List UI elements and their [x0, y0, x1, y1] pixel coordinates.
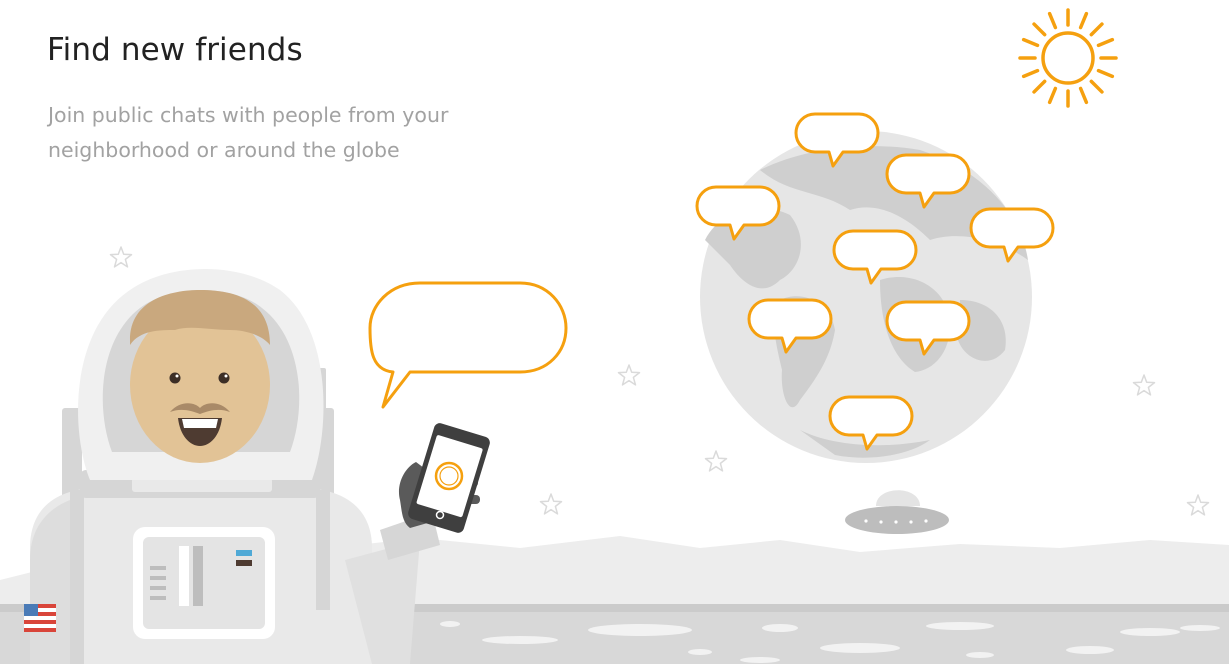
sun-ray	[1021, 37, 1040, 48]
astronaut-illustration	[0, 8, 1229, 664]
sun-icon	[1018, 8, 1118, 108]
star-icon	[1186, 494, 1210, 516]
smartphone-icon	[408, 423, 490, 533]
sun-ray	[1021, 68, 1040, 79]
star-icon	[704, 450, 728, 472]
sun-ray	[1089, 79, 1104, 94]
sun-ray	[1032, 22, 1047, 37]
speech-bubble	[368, 281, 568, 409]
star-icon	[539, 493, 563, 515]
sun-ray	[1089, 22, 1104, 37]
sun-ray	[1096, 37, 1115, 48]
sun-ray	[1047, 11, 1058, 30]
ufo-icon	[845, 490, 949, 534]
star-icon	[1132, 374, 1156, 396]
sun-ray	[1078, 86, 1089, 105]
sun-ray	[1096, 68, 1115, 79]
sun-ray	[1078, 11, 1089, 30]
star-icon	[617, 364, 641, 386]
us-flag-icon	[24, 604, 56, 632]
star-icon	[109, 246, 133, 268]
sun-ray	[1047, 86, 1058, 105]
sun-ray	[1032, 79, 1047, 94]
